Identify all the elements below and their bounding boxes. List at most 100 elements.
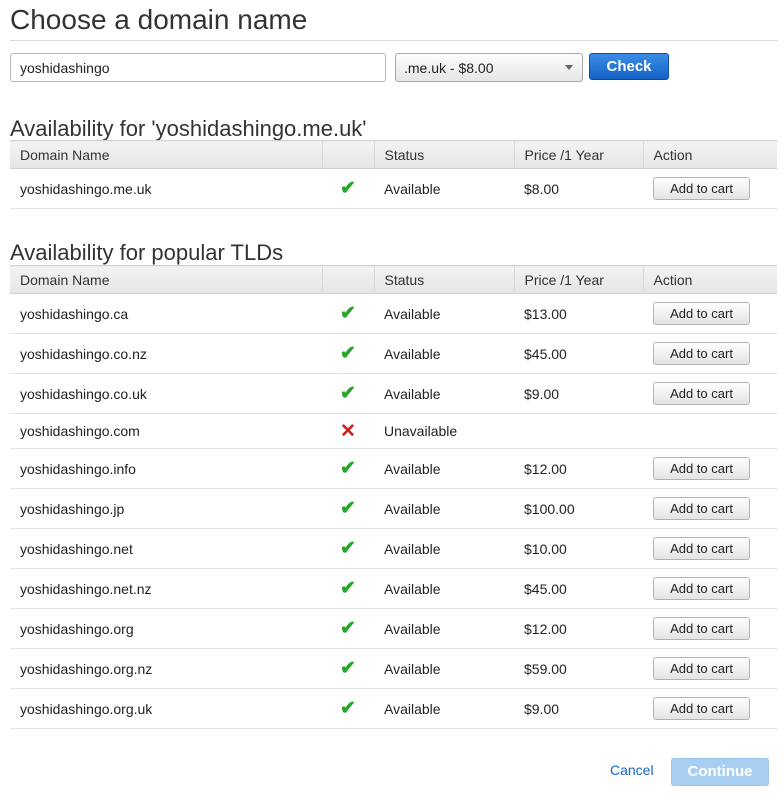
table-row: yoshidashingo.co.uk ✔ Available $9.00 Add to…	[10, 373, 777, 414]
header-price: Price /1 Year	[514, 140, 644, 169]
add-to-cart-button[interactable]: Add to cart	[653, 577, 750, 600]
price-cell: $8.00	[514, 168, 643, 209]
header-status: Status	[374, 265, 515, 294]
price-cell: $12.00	[514, 448, 643, 489]
status-icon-cell: ✔	[322, 373, 374, 414]
check-icon: ✔	[340, 498, 356, 519]
check-icon: ✔	[340, 578, 356, 599]
table-row: yoshidashingo.org.nz ✔ Available $59.00 Add …	[10, 648, 777, 689]
header-status: Status	[374, 140, 515, 169]
status-icon-cell: ✕	[322, 413, 374, 449]
domain-name-cell: yoshidashingo.co.uk	[10, 373, 322, 414]
price-cell: $9.00	[514, 688, 643, 729]
availability-table: Domain Name Status Price /1 Year Action …	[10, 140, 777, 209]
add-to-cart-button[interactable]: Add to cart	[653, 537, 750, 560]
check-icon: ✔	[340, 383, 356, 404]
action-cell: Add to cart	[643, 488, 777, 529]
table-header-row: Domain Name Status Price /1 Year Action	[10, 265, 777, 294]
domain-name-cell: yoshidashingo.ca	[10, 293, 322, 334]
status-icon-cell: ✔	[322, 293, 374, 334]
popular-tlds-title: Availability for popular TLDs	[10, 240, 284, 265]
table-row: yoshidashingo.org ✔ Available $12.00 Add to …	[10, 608, 777, 649]
status-cell: Available	[374, 293, 514, 334]
status-icon-cell: ✔	[322, 528, 374, 569]
status-cell: Unavailable	[374, 413, 514, 449]
price-cell: $13.00	[514, 293, 643, 334]
status-icon-cell: ✔	[322, 568, 374, 609]
check-icon: ✔	[340, 538, 356, 559]
add-to-cart-button[interactable]: Add to cart	[653, 342, 750, 365]
add-to-cart-button[interactable]: Add to cart	[653, 302, 750, 325]
table-header-row: Domain Name Status Price /1 Year Action	[10, 140, 777, 169]
header-domain: Domain Name	[10, 265, 323, 294]
table-row: yoshidashingo.me.uk ✔ Available $8.00 Add to…	[10, 168, 777, 209]
status-icon-cell: ✔	[322, 333, 374, 374]
price-cell: $59.00	[514, 648, 643, 689]
status-icon-cell: ✔	[322, 648, 374, 689]
status-cell: Available	[374, 528, 514, 569]
add-to-cart-button[interactable]: Add to cart	[653, 657, 750, 680]
check-button[interactable]: Check	[589, 53, 669, 80]
page-title: Choose a domain name	[10, 4, 308, 35]
action-cell: Add to cart	[643, 168, 777, 209]
add-to-cart-button[interactable]: Add to cart	[653, 697, 750, 720]
add-to-cart-button[interactable]: Add to cart	[653, 382, 750, 405]
table-row: yoshidashingo.org.uk ✔ Available $9.00 Add t…	[10, 688, 777, 729]
action-cell	[643, 413, 777, 449]
status-icon-cell: ✔	[322, 168, 374, 209]
domain-name-cell: yoshidashingo.net	[10, 528, 322, 569]
domain-name-cell: yoshidashingo.co.nz	[10, 333, 322, 374]
header-domain: Domain Name	[10, 140, 323, 169]
tld-dropdown-value: .me.uk - $8.00	[404, 60, 494, 76]
add-to-cart-button[interactable]: Add to cart	[653, 457, 750, 480]
check-icon: ✔	[340, 618, 356, 639]
cross-icon: ✕	[340, 420, 356, 442]
action-cell: Add to cart	[643, 568, 777, 609]
popular-tlds-table: Domain Name Status Price /1 Year Action …	[10, 265, 777, 729]
status-cell: Available	[374, 333, 514, 374]
price-cell: $45.00	[514, 568, 643, 609]
status-icon-cell: ✔	[322, 448, 374, 489]
action-cell: Add to cart	[643, 333, 777, 374]
check-icon: ✔	[340, 303, 356, 324]
status-cell: Available	[374, 448, 514, 489]
domain-search-input[interactable]	[10, 53, 386, 82]
price-cell: $10.00	[514, 528, 643, 569]
status-cell: Available	[374, 168, 514, 209]
table-row: yoshidashingo.ca ✔ Available $13.00 Add to c…	[10, 293, 777, 334]
domain-name-cell: yoshidashingo.jp	[10, 488, 322, 529]
add-to-cart-button[interactable]: Add to cart	[653, 177, 750, 200]
action-cell: Add to cart	[643, 528, 777, 569]
add-to-cart-button[interactable]: Add to cart	[653, 617, 750, 640]
table-row: yoshidashingo.net.nz ✔ Available $45.00 Add …	[10, 568, 777, 609]
domain-name-cell: yoshidashingo.com	[10, 413, 322, 449]
check-icon: ✔	[340, 658, 356, 679]
status-icon-cell: ✔	[322, 488, 374, 529]
status-cell: Available	[374, 568, 514, 609]
status-cell: Available	[374, 608, 514, 649]
header-action: Action	[643, 265, 777, 294]
price-cell: $100.00	[514, 488, 643, 529]
header-price: Price /1 Year	[514, 265, 644, 294]
action-cell: Add to cart	[643, 608, 777, 649]
action-cell: Add to cart	[643, 293, 777, 334]
tld-dropdown[interactable]: .me.uk - $8.00	[395, 53, 583, 82]
action-cell: Add to cart	[643, 688, 777, 729]
price-cell: $12.00	[514, 608, 643, 649]
header-icon	[322, 265, 375, 294]
table-row: yoshidashingo.co.nz ✔ Available $45.00 Add t…	[10, 333, 777, 374]
price-cell	[514, 413, 643, 449]
status-icon-cell: ✔	[322, 608, 374, 649]
status-cell: Available	[374, 488, 514, 529]
check-icon: ✔	[340, 178, 356, 199]
add-to-cart-button[interactable]: Add to cart	[653, 497, 750, 520]
continue-button[interactable]: Continue	[671, 758, 769, 786]
check-icon: ✔	[340, 458, 356, 479]
domain-name-cell: yoshidashingo.org.uk	[10, 688, 322, 729]
domain-name-cell: yoshidashingo.org	[10, 608, 322, 649]
title-divider	[10, 40, 778, 41]
cancel-link[interactable]: Cancel	[610, 762, 654, 778]
check-icon: ✔	[340, 698, 356, 719]
chevron-down-icon	[565, 65, 573, 70]
status-cell: Available	[374, 648, 514, 689]
